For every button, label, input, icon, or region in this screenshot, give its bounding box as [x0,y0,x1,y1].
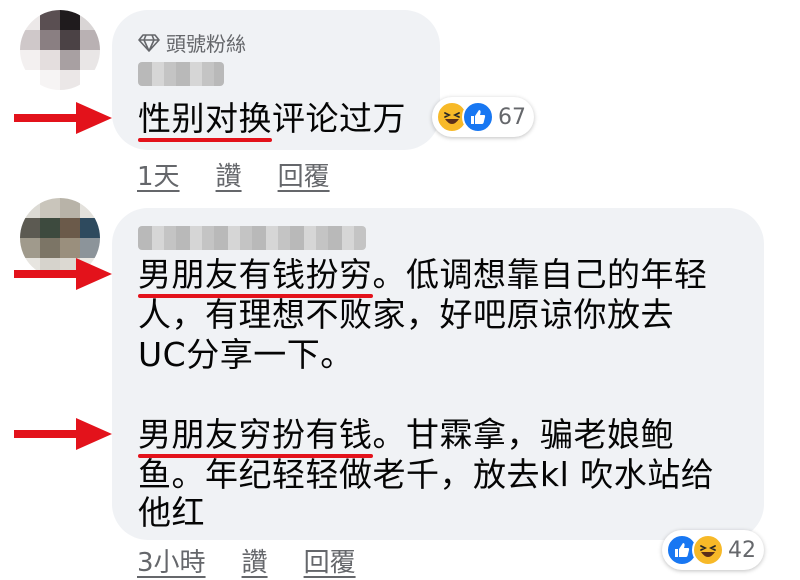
comment-text-line: 人，有理想不败家，好吧原谅你放去 [138,295,674,334]
reaction-count: 67 [498,104,526,130]
comment-actions: 3小時 讚 回覆 [137,542,356,579]
like-icon [462,101,494,133]
haha-icon [692,534,724,566]
comment-text-line: 性别对换评论过万 [138,99,406,138]
badge-label: 頭號粉絲 [166,32,246,56]
reaction-summary[interactable]: 67 [432,97,534,137]
reply-button[interactable]: 回覆 [278,156,330,193]
commenter-name-blurred[interactable] [138,226,366,250]
comment-text-line: 男朋友有钱扮穷。低调想靠自己的年轻 [138,255,708,294]
top-fan-badge: 頭號粉絲 [138,28,246,57]
comment-text-line: 他红 [138,493,205,532]
comment-text-line: 男朋友穷扮有钱。甘霖拿，骗老娘鲍 [138,415,674,454]
reaction-count: 42 [728,537,756,563]
comment-text-line: UC分享一下。 [138,335,354,374]
reply-button[interactable]: 回覆 [304,542,356,579]
like-button[interactable]: 讚 [242,542,268,579]
commenter-avatar[interactable] [20,10,100,90]
reaction-summary[interactable]: 42 [662,530,764,570]
comment-actions: 1天 讚 回覆 [137,156,330,193]
comment-timestamp[interactable]: 3小時 [137,542,206,579]
comment-timestamp[interactable]: 1天 [137,156,180,193]
red-arrow-annotation [14,258,112,290]
commenter-name-blurred[interactable] [138,62,224,86]
like-button[interactable]: 讚 [216,156,242,193]
diamond-icon [138,33,160,52]
red-arrow-annotation [14,102,112,134]
red-arrow-annotation [14,418,112,450]
comment-text-line: 鱼。年纪轻轻做老千，放去kl 吹水站给 [138,455,715,494]
